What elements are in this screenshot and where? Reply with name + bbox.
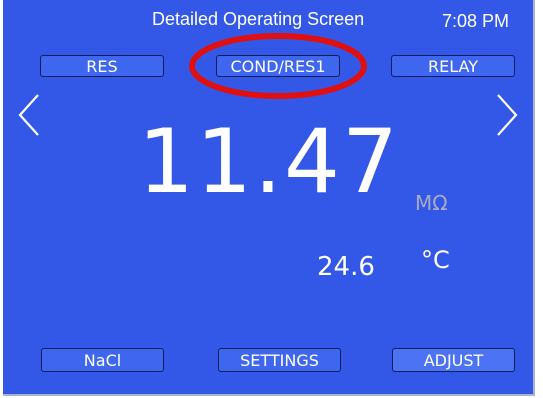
- device-display: Detailed Operating Screen 7:08 PM RES CO…: [0, 0, 543, 398]
- temperature-reading: 24.6: [317, 252, 375, 282]
- screen-title: Detailed Operating Screen: [152, 9, 365, 29]
- nacl-button[interactable]: NaCl: [41, 348, 164, 372]
- settings-button[interactable]: SETTINGS: [218, 348, 341, 372]
- temperature-unit: °C: [421, 246, 450, 274]
- adjust-button[interactable]: ADJUST: [392, 348, 515, 372]
- chevron-right-icon[interactable]: [494, 92, 520, 138]
- tab-res[interactable]: RES: [40, 55, 164, 77]
- tab-relay[interactable]: RELAY: [391, 55, 515, 77]
- resistivity-reading: 11.47: [138, 110, 400, 213]
- clock-time: 7:08 PM: [442, 11, 510, 31]
- tab-cond-res1[interactable]: COND/RES1: [216, 55, 340, 77]
- chevron-left-icon[interactable]: [16, 92, 42, 138]
- resistivity-unit: MΩ: [415, 191, 448, 215]
- operating-screen: Detailed Operating Screen 7:08 PM RES CO…: [3, 0, 535, 396]
